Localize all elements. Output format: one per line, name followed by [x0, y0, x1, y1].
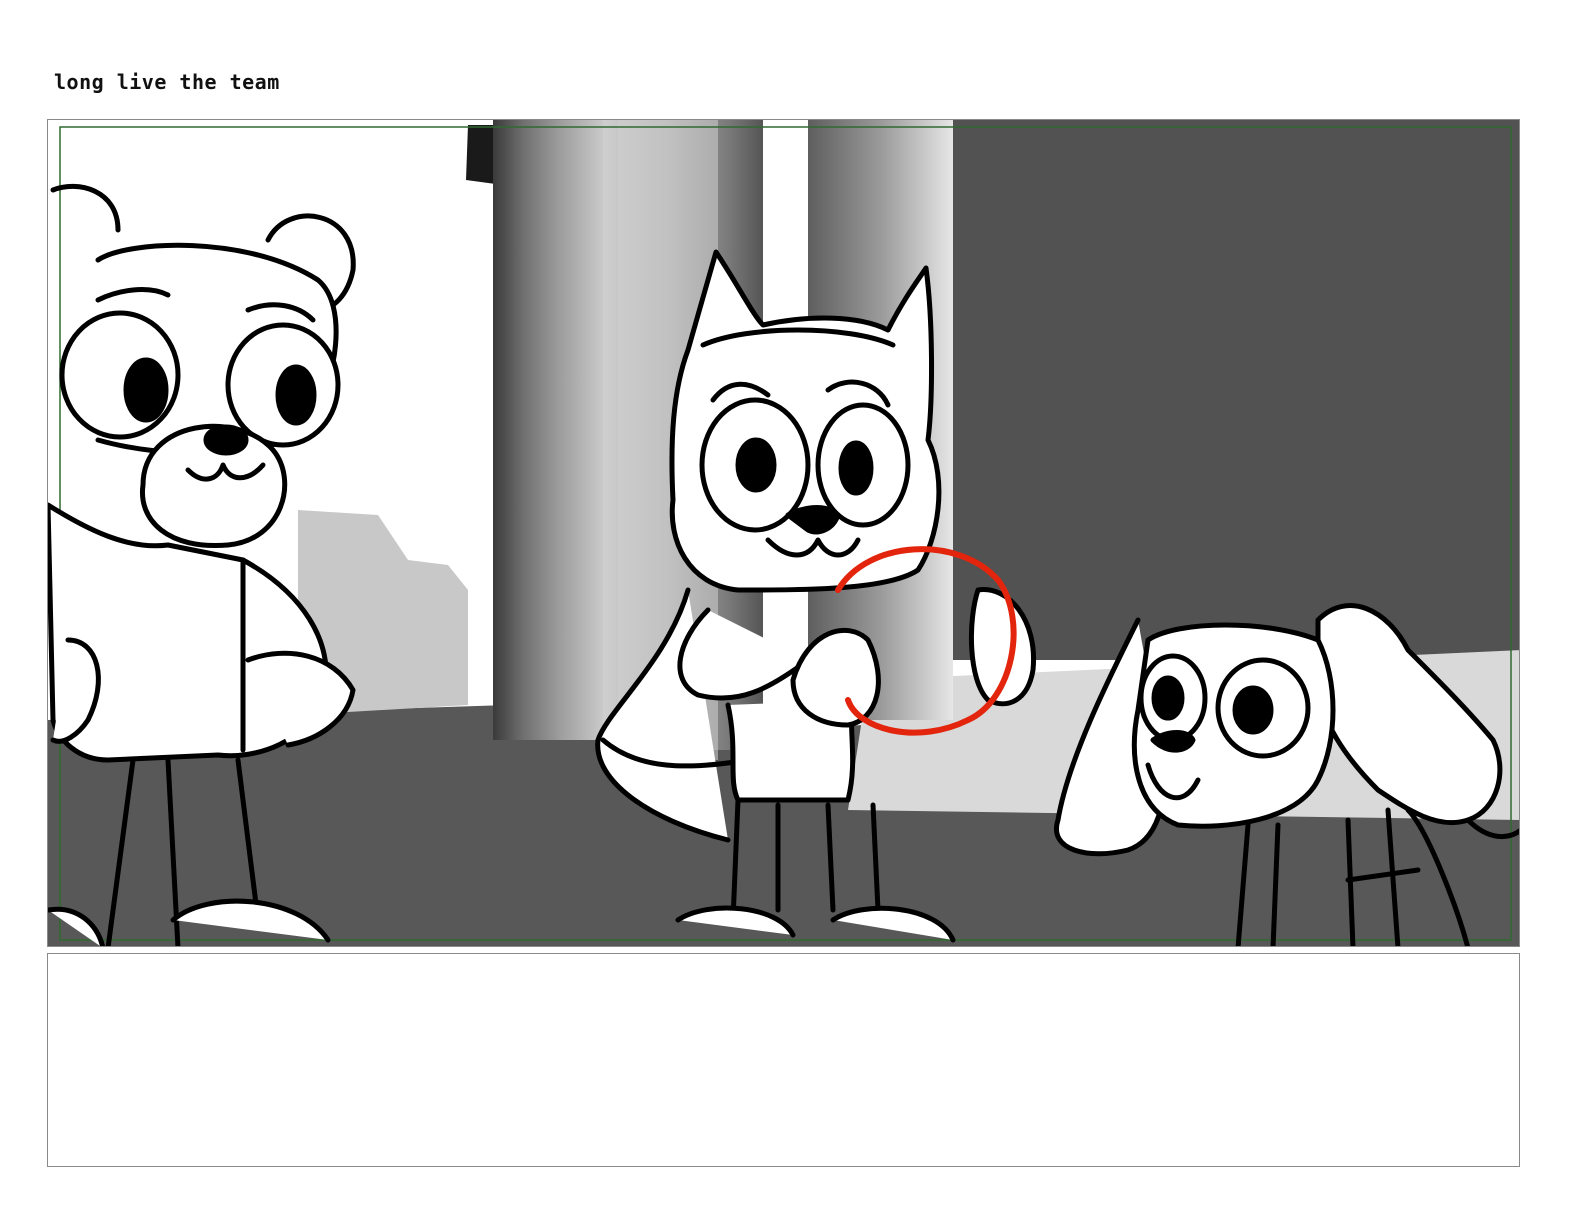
storyboard-panel — [47, 119, 1520, 947]
dark-wall — [948, 120, 1519, 660]
panel-notes-box[interactable] — [47, 953, 1520, 1167]
pillar-left — [493, 120, 613, 740]
panel-drawing — [48, 120, 1519, 946]
scene-title: long live the team — [54, 70, 280, 94]
